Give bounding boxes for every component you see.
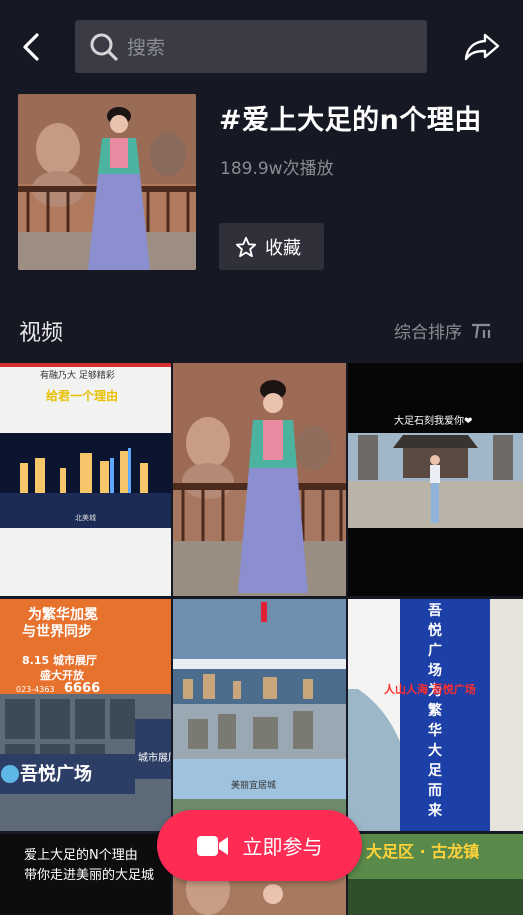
billboard-text: 与世界同步 [22, 624, 92, 640]
favorite-label: 收藏 [265, 237, 301, 259]
building-sign: 吾悦广场 [20, 764, 92, 785]
topic-cover-image[interactable] [18, 94, 196, 270]
sort-icon [470, 320, 494, 342]
sort-button[interactable]: 综合排序 [394, 318, 494, 343]
video-caption: 给君一个理由 [46, 389, 119, 403]
star-icon [235, 236, 257, 257]
search-placeholder: 搜索 [127, 37, 166, 59]
building-sign: 城市展厅 [138, 753, 171, 764]
billboard-text: 8.15 城市展厅 [22, 654, 97, 667]
play-count: 189.9w次播放 [220, 159, 334, 179]
video-thumbnail[interactable]: 大足区 · 古龙镇 [348, 834, 523, 915]
video-caption: 大足区 · 古龙镇 [366, 842, 480, 861]
video-caption: 美丽宜居城 [231, 781, 277, 791]
video-caption: 北美城 [75, 514, 96, 522]
banner-text: 吾悦广场 为繁华大足而来 [428, 603, 442, 819]
search-input[interactable]: 搜索 [75, 20, 427, 73]
video-thumbnail[interactable] [173, 363, 346, 596]
topic-header: #爱上大足的n个理由 189.9w次播放 收藏 [0, 94, 523, 274]
video-camera-icon [196, 835, 228, 856]
search-icon [87, 30, 121, 64]
billboard-text: 023-4363 [16, 685, 55, 694]
video-thumbnail[interactable]: 吾悦广场 为繁华大足而来 人山人海 吾悦广场 [348, 599, 523, 831]
join-label: 立即参与 [242, 835, 323, 859]
favorite-button[interactable]: 收藏 [219, 223, 324, 270]
chevron-left-icon [23, 33, 39, 61]
video-thumbnail[interactable]: 爱上大足的N个理由 带你走进美丽的大足城 [0, 834, 171, 915]
video-caption: 爱上大足的N个理由 [24, 848, 138, 863]
video-caption: 有融乃大 足够精彩 [40, 371, 115, 381]
share-button[interactable] [462, 30, 502, 64]
video-thumbnail[interactable]: 有融乃大 足够精彩 给君一个理由 北美城 [0, 363, 171, 596]
video-caption: 带你走进美丽的大足城 [24, 868, 155, 883]
top-bar: 搜索 [0, 0, 523, 80]
video-thumbnail[interactable]: 为繁华加冕 与世界同步 8.15 城市展厅 盛大开放 023-4363 6666… [0, 599, 171, 831]
video-thumbnail[interactable]: 美丽宜居城 [173, 599, 346, 831]
topic-title: #爱上大足的n个理由 [219, 105, 482, 136]
video-caption: 大足石刻我爱你❤ [394, 416, 473, 427]
overlay-text: 人山人海 吾悦广场 [384, 683, 476, 696]
billboard-text: 6666 [64, 681, 101, 696]
video-thumbnail[interactable]: 大足石刻我爱你❤ [348, 363, 523, 596]
join-button[interactable]: 立即参与 [157, 810, 362, 881]
back-button[interactable] [16, 30, 46, 64]
sort-label: 综合排序 [394, 323, 462, 343]
share-arrow-icon [464, 33, 500, 61]
videos-section-title: 视频 [19, 321, 64, 346]
